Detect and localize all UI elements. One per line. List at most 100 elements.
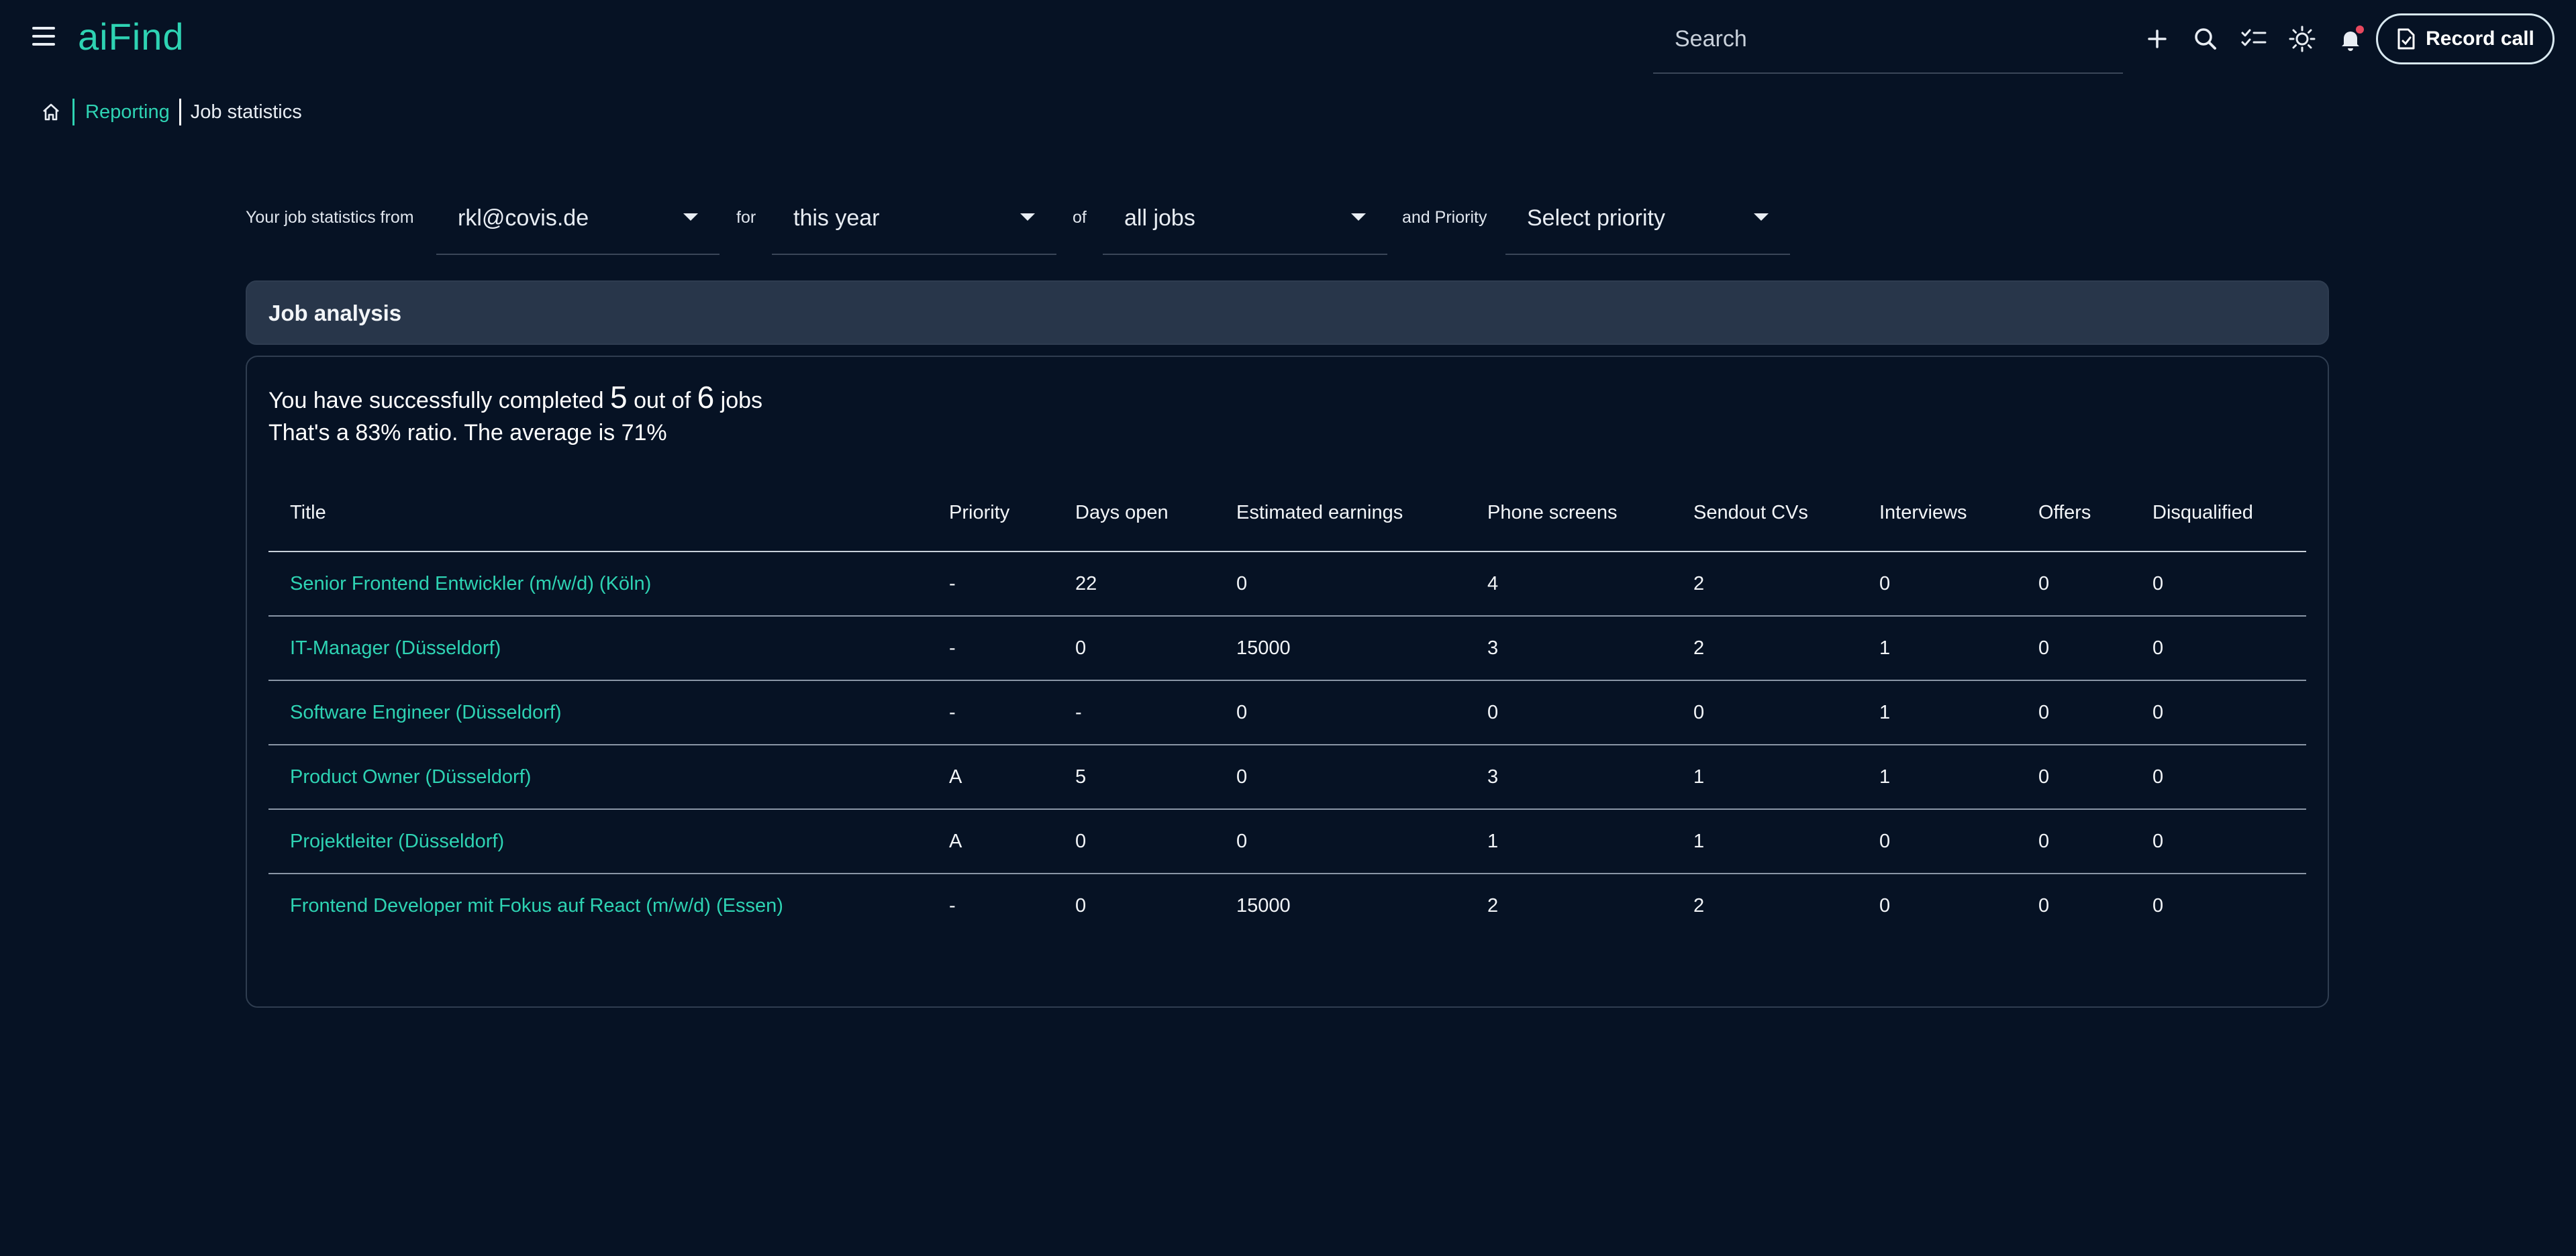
job-title-link[interactable]: Frontend Developer mit Fokus auf React (…: [268, 874, 928, 938]
priority-label: and Priority: [1402, 208, 1487, 227]
table-cell: 0: [2131, 745, 2306, 810]
ratio-line: That's a 83% ratio. The average is 71%: [268, 420, 667, 446]
table-cell: 0: [1858, 552, 2017, 617]
job-title-link[interactable]: Projektleiter (Düsseldorf): [268, 809, 928, 874]
home-icon[interactable]: [40, 101, 62, 123]
table-cell: 0: [1054, 809, 1215, 874]
top-bar: aiFind Record call: [0, 0, 2576, 78]
search-input[interactable]: [1653, 15, 2123, 63]
total-count: 6: [697, 380, 715, 415]
period-select-value: this year: [793, 205, 880, 231]
table-cell: 15000: [1215, 616, 1466, 681]
table-cell: 1: [1858, 680, 2017, 745]
table-cell: 1: [1858, 745, 2017, 810]
column-header[interactable]: Phone screens: [1466, 475, 1672, 552]
job-title-link[interactable]: IT-Manager (Düsseldorf): [268, 616, 928, 681]
table-row: IT-Manager (Düsseldorf) - 0 15000 3 2 1 …: [268, 616, 2306, 681]
hamburger-menu-icon[interactable]: [30, 27, 59, 51]
table-cell: A: [928, 809, 1054, 874]
table-row: Software Engineer (Düsseldorf) - - 0 0 0…: [268, 680, 2306, 745]
notification-bell-icon[interactable]: [2333, 21, 2368, 56]
priority-select-placeholder: Select priority: [1527, 205, 1665, 231]
table-cell: 0: [2131, 680, 2306, 745]
table-cell: 2: [1693, 895, 1705, 917]
completion-line: You have successfully completed 5 out of…: [268, 381, 762, 417]
breadcrumb: Reporting Job statistics: [40, 97, 302, 127]
column-header[interactable]: Interviews: [1858, 475, 2017, 552]
checklist-icon[interactable]: [2236, 21, 2271, 56]
summary-prefix: You have successfully completed: [268, 388, 604, 413]
table-cell: 0: [1672, 680, 1858, 745]
jobs-select[interactable]: all jobs: [1103, 181, 1387, 255]
breadcrumb-reporting-link[interactable]: Reporting: [85, 101, 170, 123]
job-title-link[interactable]: Software Engineer (Düsseldorf): [268, 680, 928, 745]
table-cell: 2: [1487, 895, 1499, 917]
user-select[interactable]: rkl@covis.de: [436, 181, 720, 255]
table-cell: A: [928, 745, 1054, 810]
job-title-link[interactable]: Senior Frontend Entwickler (m/w/d) (Köln…: [268, 552, 928, 617]
record-call-label: Record call: [2426, 28, 2534, 50]
table-header-row: Title Priority Days open Estimated earni…: [268, 475, 2306, 552]
table-cell: 0: [1075, 895, 1087, 917]
table-cell: 0: [1215, 680, 1466, 745]
job-title-link[interactable]: Product Owner (Düsseldorf): [268, 745, 928, 810]
table-cell: 3: [1466, 616, 1672, 681]
table-cell: 1: [1672, 745, 1858, 810]
table-cell: 0: [1054, 616, 1215, 681]
table-row: Frontend Developer mit Fokus auf React (…: [268, 874, 2306, 938]
record-call-button[interactable]: Record call: [2376, 13, 2555, 64]
table-cell: -: [1054, 680, 1215, 745]
table-cell: 0: [2017, 809, 2131, 874]
chevron-down-icon: [1020, 213, 1035, 221]
table-cell: 0: [2017, 616, 2131, 681]
table-cell: 1: [1466, 809, 1672, 874]
job-analysis-header: Job analysis: [246, 280, 2329, 345]
breadcrumb-separator: [179, 99, 181, 125]
summary-mid: out of: [634, 388, 691, 413]
job-analysis-panel: You have successfully completed 5 out of…: [246, 356, 2329, 1008]
add-icon[interactable]: [2140, 21, 2175, 56]
table-row: Projektleiter (Düsseldorf) A 0 0 1 1 0 0…: [268, 809, 2306, 874]
table-cell: 0: [1215, 552, 1466, 617]
table-row: Product Owner (Düsseldorf) A 5 0 3 1 1 0…: [268, 745, 2306, 810]
user-select-value: rkl@covis.de: [458, 205, 589, 231]
table-cell: 0: [2038, 895, 2050, 917]
search-icon[interactable]: [2188, 21, 2223, 56]
table-cell: 0: [2017, 680, 2131, 745]
chevron-down-icon: [1351, 213, 1366, 221]
panel-title: Job analysis: [268, 301, 402, 325]
chevron-down-icon: [1754, 213, 1769, 221]
table-cell: 0: [1215, 745, 1466, 810]
table-cell: 1: [1858, 616, 2017, 681]
of-label: of: [1073, 208, 1087, 227]
column-header[interactable]: Title: [268, 475, 928, 552]
column-header[interactable]: Offers: [2017, 475, 2131, 552]
table-cell: -: [949, 895, 956, 917]
for-label: for: [736, 208, 756, 227]
theme-sun-icon[interactable]: [2285, 21, 2320, 56]
column-header[interactable]: Priority: [928, 475, 1054, 552]
job-statistics-table: Title Priority Days open Estimated earni…: [268, 475, 2306, 938]
table-cell: -: [928, 552, 1054, 617]
table-cell: -: [928, 616, 1054, 681]
column-header[interactable]: Sendout CVs: [1672, 475, 1858, 552]
table-cell: 1: [1672, 809, 1858, 874]
jobs-select-value: all jobs: [1124, 205, 1195, 231]
table-cell: 0: [2017, 552, 2131, 617]
global-search-field[interactable]: [1653, 15, 2123, 74]
table-cell: 4: [1466, 552, 1672, 617]
priority-select[interactable]: Select priority: [1505, 181, 1790, 255]
summary-text: You have successfully completed 5 out of…: [268, 381, 762, 449]
app-logo[interactable]: aiFind: [78, 15, 185, 58]
table-cell: 0: [1215, 809, 1466, 874]
table-cell: 0: [2152, 895, 2164, 917]
summary-suffix: jobs: [720, 388, 763, 413]
period-select[interactable]: this year: [772, 181, 1056, 255]
column-header[interactable]: Disqualified: [2131, 475, 2306, 552]
column-header[interactable]: Days open: [1054, 475, 1215, 552]
table-cell: 3: [1466, 745, 1672, 810]
breadcrumb-current: Job statistics: [190, 101, 302, 123]
table-cell: 22: [1054, 552, 1215, 617]
table-cell: 0: [2131, 616, 2306, 681]
column-header[interactable]: Estimated earnings: [1215, 475, 1466, 552]
